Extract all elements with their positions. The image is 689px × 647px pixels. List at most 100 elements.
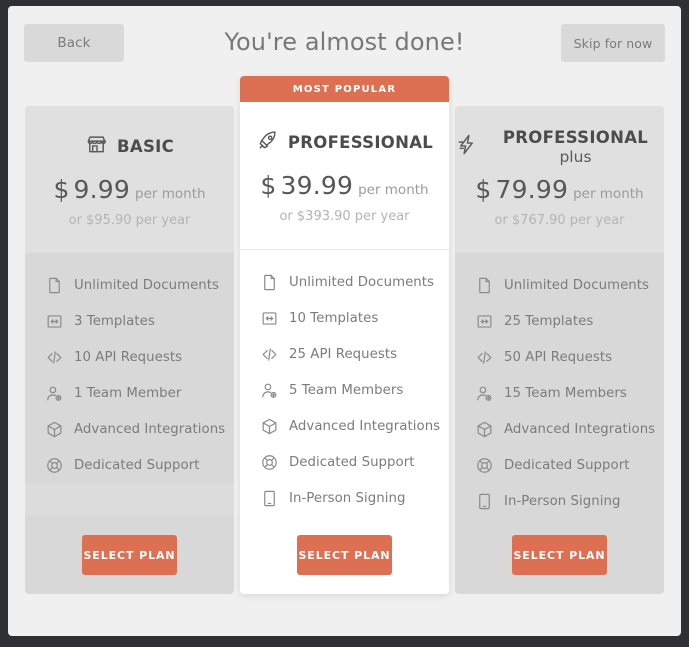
feature-label: Dedicated Support [74, 457, 200, 473]
feature-label: 10 API Requests [74, 349, 183, 365]
feature-label: Unlimited Documents [504, 277, 650, 293]
pricing-card-professional: MOST POPULAR PROFESSIONAL $39.99 per month o… [240, 76, 449, 594]
feature-label: Unlimited Documents [74, 277, 220, 293]
card-header-professional: PROFESSIONAL $39.99 per month or $393.90 pe… [240, 102, 449, 249]
team-member-icon [45, 384, 64, 403]
feature-item: Advanced Integrations [240, 408, 449, 444]
select-plan-button-professional[interactable]: SELECT PLAN [297, 535, 392, 575]
feature-item: 15 Team Members [455, 375, 664, 411]
price-amount: 39.99 [280, 171, 354, 200]
price-currency: $ [475, 175, 492, 204]
lifebuoy-icon [45, 456, 64, 475]
feature-label: 25 API Requests [289, 346, 398, 362]
card-footer-professional: SELECT PLAN [240, 516, 449, 594]
document-icon [475, 276, 494, 295]
plan-name-main: BASIC [117, 137, 174, 156]
feature-item: Dedicated Support [240, 444, 449, 480]
template-icon [45, 312, 64, 331]
plan-title-row: PROFESSIONAL [240, 102, 449, 160]
card-footer-basic: SELECT PLAN [25, 516, 234, 594]
feature-item: In-Person Signing [455, 483, 664, 519]
price-amount: 9.99 [73, 175, 131, 204]
feature-list-professional: Unlimited Documents 10 Templates 25 API Re… [240, 249, 449, 516]
plan-name: BASIC [117, 137, 174, 156]
plan-name-main: PROFESSIONAL [287, 133, 434, 152]
template-icon [260, 309, 279, 328]
lifebuoy-icon [475, 456, 494, 475]
select-plan-button-basic[interactable]: SELECT PLAN [82, 535, 177, 575]
feature-label: Dedicated Support [504, 457, 630, 473]
price-period: per month [358, 182, 429, 198]
feature-item: Unlimited Documents [240, 264, 449, 300]
plan-title-row: BASIC [25, 106, 234, 164]
feature-label: 3 Templates [74, 313, 155, 329]
storefront-icon [85, 133, 108, 160]
feature-label: 5 Team Members [289, 382, 404, 398]
price-row: $79.99 per month [455, 177, 664, 202]
most-popular-ribbon: MOST POPULAR [240, 76, 449, 102]
feature-label: 25 Templates [504, 313, 594, 329]
feature-item: Advanced Integrations [25, 411, 234, 447]
feature-list-professional-plus: Unlimited Documents 25 Templates 50 API Re… [455, 253, 664, 555]
skip-for-now-button[interactable]: Skip for now [561, 24, 665, 62]
feature-item: In-Person Signing [240, 480, 449, 516]
feature-list-basic: Unlimited Documents 3 Templates 10 API Req… [25, 253, 234, 483]
feature-label: Unlimited Documents [289, 274, 435, 290]
feature-label: In-Person Signing [504, 493, 621, 509]
price-yearly: or $95.90 per year [68, 213, 191, 228]
feature-label: Dedicated Support [289, 454, 415, 470]
page-body: Back You're almost done! Skip for now BA… [8, 6, 681, 636]
feature-label: Advanced Integrations [289, 418, 441, 434]
select-plan-button-professional-plus[interactable]: SELECT PLAN [512, 535, 607, 575]
feature-label: 50 API Requests [504, 349, 613, 365]
feature-item: 25 Templates [455, 303, 664, 339]
price-row: $9.99 per month [25, 177, 234, 202]
card-header-basic: BASIC $9.99 per month or $95.90 per year [25, 106, 234, 253]
price-period: per month [573, 186, 644, 202]
code-icon [45, 348, 64, 367]
price-currency: $ [53, 175, 70, 204]
code-icon [260, 345, 279, 364]
price-yearly: or $393.90 per year [279, 209, 410, 224]
lifebuoy-icon [260, 453, 279, 472]
plan-name-suffix: plus [559, 147, 592, 166]
tablet-icon [260, 489, 279, 508]
plan-name: PROFESSIONAL plus [487, 128, 664, 166]
most-popular-label: MOST POPULAR [292, 83, 397, 95]
feature-label: 15 Team Members [504, 385, 627, 401]
feature-item: 10 API Requests [25, 339, 234, 375]
price-period: per month [135, 186, 206, 202]
price-yearly: or $767.90 per year [494, 213, 625, 228]
price-currency: $ [260, 171, 277, 200]
template-icon [475, 312, 494, 331]
feature-item: 25 API Requests [240, 336, 449, 372]
feature-label: Advanced Integrations [504, 421, 656, 437]
feature-item: 3 Templates [25, 303, 234, 339]
plan-name: PROFESSIONAL [288, 133, 433, 152]
feature-item: Unlimited Documents [25, 267, 234, 303]
pricing-card-professional-plus: PROFESSIONAL plus $79.99 per month or $767.… [455, 106, 664, 594]
feature-label: In-Person Signing [289, 490, 406, 506]
cube-icon [45, 420, 64, 439]
feature-label: Advanced Integrations [74, 421, 226, 437]
card-header-professional-plus: PROFESSIONAL plus $79.99 per month or $767.… [455, 106, 664, 253]
rocket-icon [256, 129, 279, 156]
lightning-icon [455, 133, 478, 160]
cube-icon [475, 420, 494, 439]
feature-item: 10 Templates [240, 300, 449, 336]
feature-item: Advanced Integrations [455, 411, 664, 447]
document-icon [45, 276, 64, 295]
plan-title-row: PROFESSIONAL plus [455, 106, 664, 166]
price-row: $39.99 per month [240, 173, 449, 198]
pricing-card-basic: BASIC $9.99 per month or $95.90 per year Unl… [25, 106, 234, 594]
pricing-plans: BASIC $9.99 per month or $95.90 per year Unl… [8, 76, 681, 636]
page-header: Back You're almost done! Skip for now [8, 6, 681, 78]
feature-item: Dedicated Support [25, 447, 234, 483]
team-member-icon [475, 384, 494, 403]
plan-name-main: PROFESSIONAL [502, 127, 649, 147]
price-amount: 79.99 [495, 175, 569, 204]
tablet-icon [475, 492, 494, 511]
feature-item: 50 API Requests [455, 339, 664, 375]
feature-item: Unlimited Documents [455, 267, 664, 303]
app-window: Back You're almost done! Skip for now BA… [0, 0, 689, 647]
